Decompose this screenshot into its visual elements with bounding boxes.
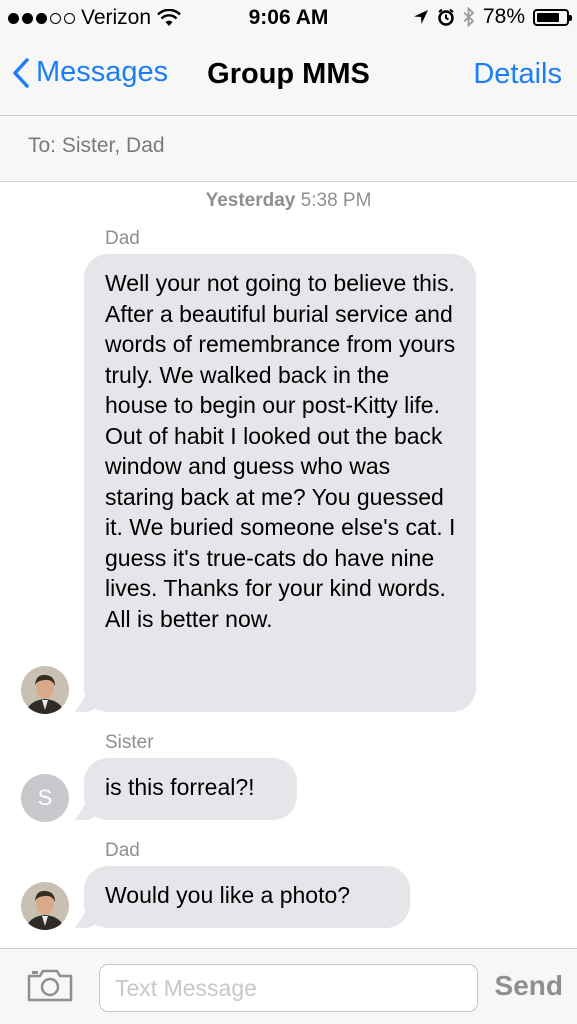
avatar-dad[interactable] bbox=[21, 882, 69, 930]
message-text: Well your not going to believe this. Aft… bbox=[105, 270, 456, 632]
details-button[interactable]: Details bbox=[473, 58, 562, 91]
battery-percent: 78% bbox=[482, 5, 525, 28]
person-photo-icon bbox=[21, 882, 69, 930]
battery-icon bbox=[533, 8, 572, 26]
camera-button[interactable] bbox=[26, 967, 74, 1008]
bluetooth-icon bbox=[463, 7, 475, 27]
message-bubble[interactable]: Would you like a photo? bbox=[75, 866, 410, 928]
alarm-icon bbox=[438, 8, 454, 26]
compose-bar: Send bbox=[0, 948, 577, 1024]
message-timestamp: Yesterday 5:38 PM bbox=[0, 190, 577, 212]
camera-icon bbox=[27, 969, 73, 1002]
recipients-list: Sister, Dad bbox=[61, 134, 165, 157]
recipients-bar[interactable]: To: Sister, Dad bbox=[0, 116, 577, 182]
send-button[interactable]: Send bbox=[495, 970, 563, 1002]
message-bubble[interactable]: Well your not going to believe this. Aft… bbox=[75, 254, 476, 712]
message-sender-name: Sister bbox=[105, 732, 154, 753]
person-photo-icon bbox=[21, 666, 69, 714]
timestamp-day: Yesterday bbox=[205, 190, 296, 211]
message-text: is this forreal?! bbox=[105, 774, 255, 800]
message-sender-name: Dad bbox=[105, 228, 140, 249]
to-label: To: bbox=[28, 134, 57, 157]
timestamp-time: 5:38 PM bbox=[300, 190, 372, 211]
message-input[interactable] bbox=[99, 964, 478, 1012]
navigation-bar: Messages Group MMS Details bbox=[0, 38, 577, 116]
status-bar: Verizon 9:06 AM 78% bbox=[0, 0, 577, 38]
message-bubble[interactable]: is this forreal?! bbox=[75, 758, 297, 820]
location-arrow-icon bbox=[413, 10, 428, 24]
avatar-dad[interactable] bbox=[21, 666, 69, 714]
avatar-sister[interactable]: S bbox=[21, 774, 69, 822]
message-text: Would you like a photo? bbox=[105, 882, 351, 908]
message-sender-name: Dad bbox=[105, 840, 140, 861]
